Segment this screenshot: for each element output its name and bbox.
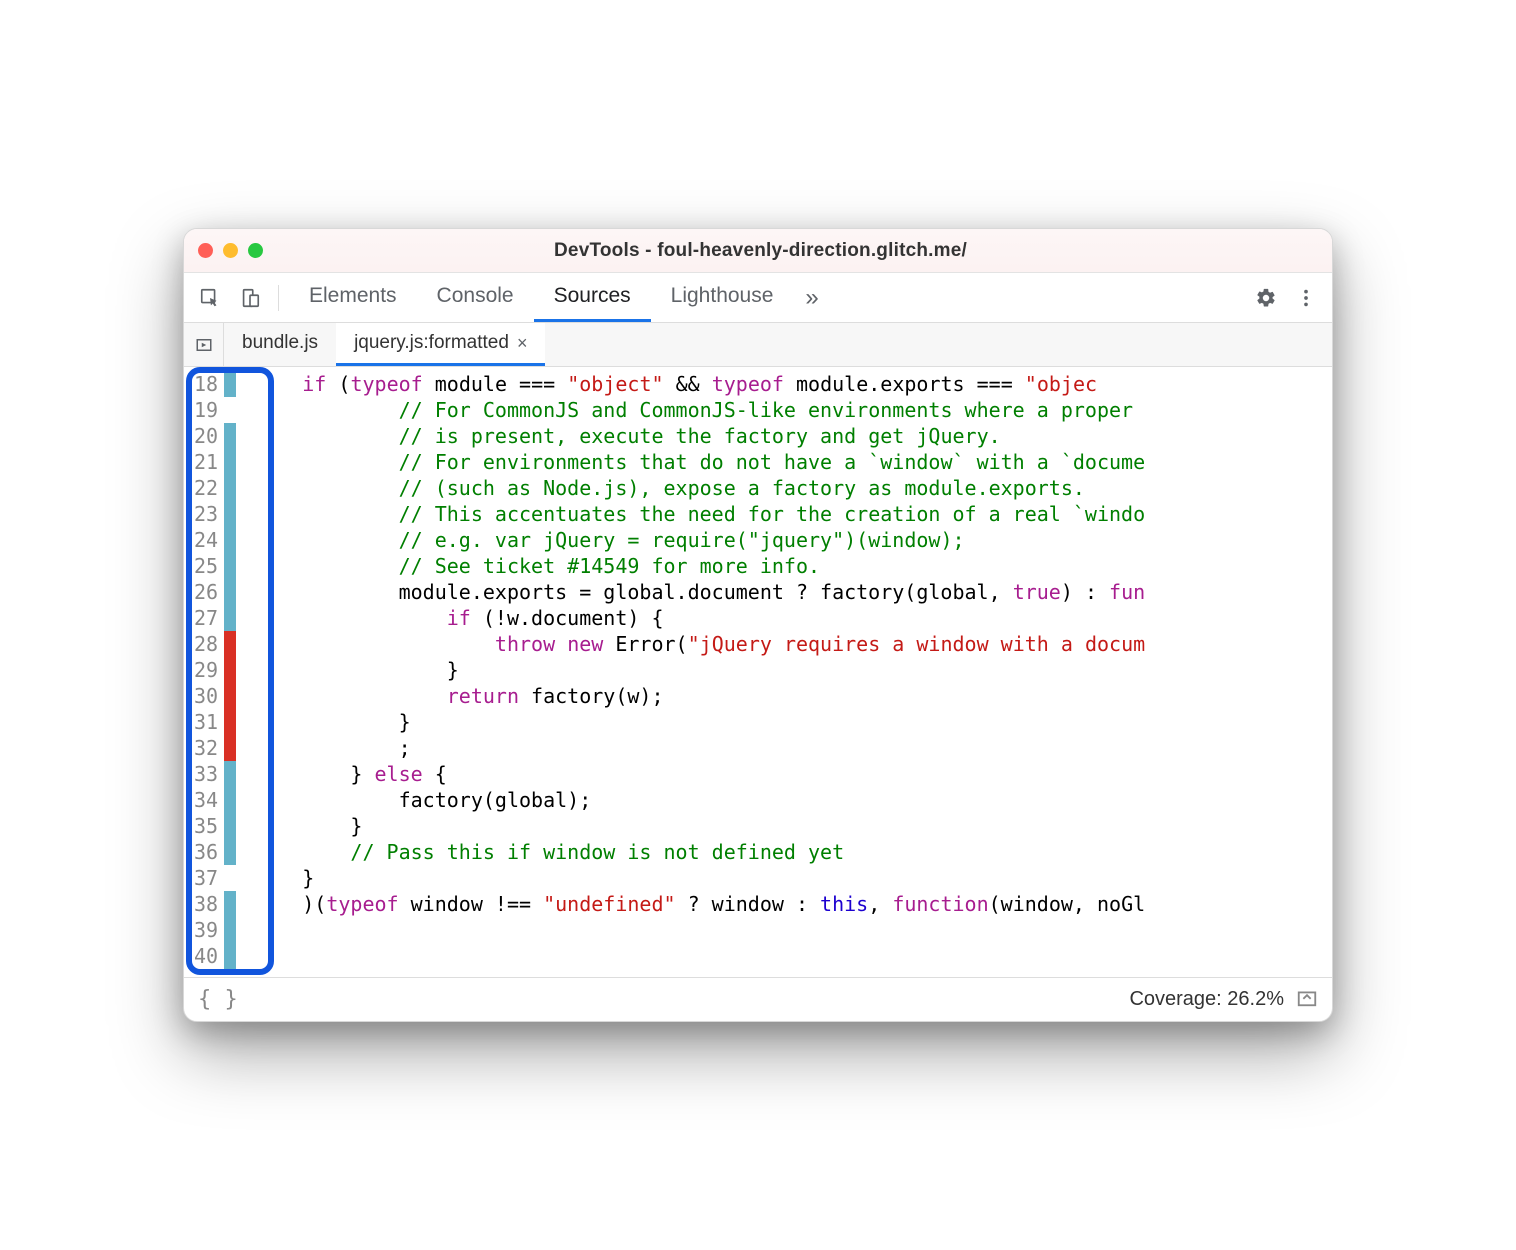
minimize-icon[interactable] bbox=[223, 243, 238, 258]
window-title: DevTools - foul-heavenly-direction.glitc… bbox=[263, 240, 1258, 262]
tab-elements[interactable]: Elements bbox=[289, 273, 417, 322]
file-tab-jquery[interactable]: jquery.js:formatted × bbox=[336, 323, 545, 366]
drawer-toggle-icon[interactable] bbox=[1296, 986, 1318, 1014]
separator bbox=[278, 285, 279, 311]
devtools-window: DevTools - foul-heavenly-direction.glitc… bbox=[183, 228, 1333, 1022]
panel-tabs: Elements Console Sources Lighthouse » bbox=[289, 273, 831, 322]
tab-lighthouse[interactable]: Lighthouse bbox=[651, 273, 794, 322]
tab-sources[interactable]: Sources bbox=[534, 273, 651, 322]
navigator-toggle-icon[interactable] bbox=[184, 323, 224, 366]
file-tabs: bundle.js jquery.js:formatted × bbox=[184, 323, 1332, 367]
gear-icon[interactable] bbox=[1248, 280, 1284, 316]
file-tab-label: jquery.js:formatted bbox=[354, 332, 509, 354]
device-toggle-icon[interactable] bbox=[232, 280, 268, 316]
traffic-lights bbox=[198, 243, 263, 258]
code-area[interactable]: if (typeof module === "object" && typeof… bbox=[236, 367, 1332, 977]
statusbar: { } Coverage: 26.2% bbox=[184, 977, 1332, 1021]
more-tabs-icon[interactable]: » bbox=[793, 284, 830, 312]
file-tab-bundle[interactable]: bundle.js bbox=[224, 323, 336, 366]
coverage-column bbox=[224, 371, 236, 977]
source-editor[interactable]: 1819202122232425262728293031323334353637… bbox=[184, 367, 1332, 977]
maximize-icon[interactable] bbox=[248, 243, 263, 258]
gutter: 1819202122232425262728293031323334353637… bbox=[184, 367, 236, 977]
close-icon[interactable]: × bbox=[517, 333, 528, 354]
titlebar: DevTools - foul-heavenly-direction.glitc… bbox=[184, 229, 1332, 273]
kebab-icon[interactable] bbox=[1288, 280, 1324, 316]
file-tab-label: bundle.js bbox=[242, 332, 318, 354]
line-numbers: 1819202122232425262728293031323334353637… bbox=[184, 371, 224, 977]
inspect-icon[interactable] bbox=[192, 280, 228, 316]
coverage-text: Coverage: 26.2% bbox=[1129, 988, 1284, 1011]
close-icon[interactable] bbox=[198, 243, 213, 258]
pretty-print-icon[interactable]: { } bbox=[198, 987, 238, 1012]
panel-toolbar: Elements Console Sources Lighthouse » bbox=[184, 273, 1332, 323]
tab-console[interactable]: Console bbox=[417, 273, 534, 322]
